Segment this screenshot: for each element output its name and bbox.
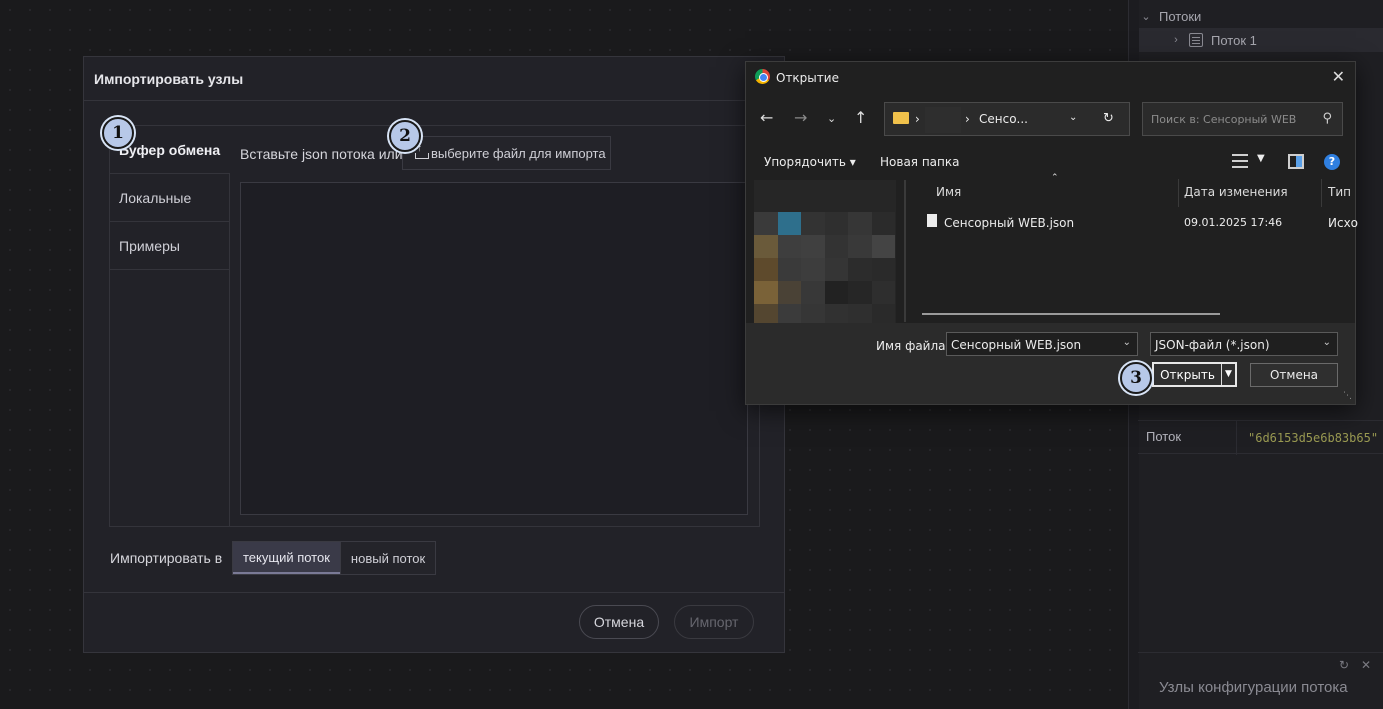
column-separator[interactable] xyxy=(1178,179,1179,207)
sidebar-footer-tools: ↻ ✕ xyxy=(1337,658,1373,672)
sort-ascending-icon: ⌃ xyxy=(1051,173,1059,183)
file-name: Сенсорный WEB.json xyxy=(944,216,1075,230)
back-arrow-icon[interactable]: ← xyxy=(760,108,773,127)
import-into-label: Импортировать в xyxy=(110,550,223,566)
file-dialog-footer: Имя файла: Сенсорный WEB.json ⌄ JSON-фай… xyxy=(746,323,1355,404)
refresh-icon[interactable]: ↻ xyxy=(1103,111,1114,126)
preview-pane-icon[interactable] xyxy=(1288,154,1304,169)
json-textarea[interactable] xyxy=(240,182,748,515)
blurred-path xyxy=(925,107,961,133)
filetype-value: JSON-файл (*.json) xyxy=(1155,338,1270,352)
chevron-down-icon: ⌄ xyxy=(1141,10,1151,23)
dialog-header-divider xyxy=(84,100,784,101)
organize-label: Упорядочить xyxy=(764,155,846,169)
blurred-navigation-tree xyxy=(754,212,895,327)
chrome-icon xyxy=(755,69,770,84)
path-segment[interactable]: Сенсо... xyxy=(979,112,1028,126)
resize-grip-icon[interactable]: ⋱ xyxy=(1343,391,1352,401)
close-icon[interactable]: ✕ xyxy=(1332,67,1345,86)
filetype-select[interactable]: JSON-файл (*.json) ⌄ xyxy=(1150,332,1338,356)
search-placeholder: Поиск в: Сенсорный WEB xyxy=(1151,113,1297,126)
tab-column: Буфер обмена Локальные Примеры xyxy=(110,126,230,526)
import-button[interactable]: Импорт xyxy=(674,605,754,639)
view-options-icon[interactable] xyxy=(1232,154,1248,168)
flow-icon xyxy=(1189,33,1203,47)
search-input[interactable]: Поиск в: Сенсорный WEB ⚲ xyxy=(1142,102,1343,136)
chevron-down-icon[interactable]: ⌄ xyxy=(1069,112,1077,123)
close-icon[interactable]: ✕ xyxy=(1359,658,1373,672)
column-name[interactable]: Имя xyxy=(936,185,961,199)
path-separator-icon: › xyxy=(965,112,970,126)
dialog-footer-divider xyxy=(84,592,784,593)
filename-value: Сенсорный WEB.json xyxy=(951,338,1082,352)
step-marker-3: 3 xyxy=(1120,362,1152,394)
refresh-icon[interactable]: ↻ xyxy=(1337,658,1351,672)
help-icon[interactable]: ? xyxy=(1324,154,1340,170)
flows-label: Потоки xyxy=(1159,8,1202,24)
file-dialog-cancel-button[interactable]: Отмена xyxy=(1250,363,1338,387)
step-marker-1: 1 xyxy=(102,117,134,149)
file-icon xyxy=(927,214,937,227)
address-bar[interactable]: › › Сенсо... ⌄ ↻ xyxy=(884,102,1130,136)
property-key: Поток xyxy=(1146,429,1182,444)
tab-local[interactable]: Локальные xyxy=(110,174,230,222)
column-date[interactable]: Дата изменения xyxy=(1184,185,1288,199)
horizontal-scrollbar[interactable] xyxy=(922,313,1220,315)
upload-icon xyxy=(414,143,429,160)
view-dropdown-icon[interactable]: ▼ xyxy=(1257,153,1265,164)
property-divider xyxy=(1236,421,1237,455)
path-separator-icon: › xyxy=(915,112,920,126)
organize-button[interactable]: Упорядочить ▾ xyxy=(764,155,856,169)
file-dialog-title: Открытие xyxy=(776,71,839,85)
property-value: "6d6153d5e6b83b65" xyxy=(1248,431,1379,445)
file-open-dialog: Открытие ✕ ← → ⌄ ↑ › › Сенсо... ⌄ ↻ Поис… xyxy=(745,61,1359,405)
step-marker-2: 2 xyxy=(389,120,421,152)
tab-examples[interactable]: Примеры xyxy=(110,222,230,270)
cancel-button[interactable]: Отмена xyxy=(579,605,659,639)
chevron-right-icon: › xyxy=(1174,34,1178,46)
paste-json-label: Вставьте json потока или xyxy=(240,146,403,162)
flow-item[interactable]: › Поток 1 xyxy=(1139,28,1383,52)
dialog-title: Импортировать узлы xyxy=(94,71,244,87)
import-nodes-dialog: Импортировать узлы Буфер обмена Локальны… xyxy=(83,56,785,653)
sidebar-separator xyxy=(1138,652,1383,653)
up-arrow-icon[interactable]: ↑ xyxy=(854,108,867,127)
flow-item-label: Поток 1 xyxy=(1211,32,1257,48)
properties-row: Поток "6d6153d5e6b83b65" xyxy=(1138,420,1383,455)
search-icon: ⚲ xyxy=(1322,111,1332,126)
filename-input[interactable]: Сенсорный WEB.json ⌄ xyxy=(946,332,1138,356)
target-new-flow[interactable]: новый поток xyxy=(339,542,436,574)
target-current-flow[interactable]: текущий поток xyxy=(233,542,340,574)
file-type: Исхо xyxy=(1328,216,1359,230)
import-tabs: Буфер обмена Локальные Примеры xyxy=(109,125,760,527)
config-nodes-title: Узлы конфигурации потока xyxy=(1159,679,1348,696)
open-label: Открыть xyxy=(1160,367,1215,382)
column-separator[interactable] xyxy=(1321,179,1322,207)
select-file-button[interactable]: выберите файл для импорта xyxy=(402,136,611,170)
chevron-down-icon[interactable]: ⌄ xyxy=(1123,337,1131,348)
flows-section-header[interactable]: ⌄ Потоки xyxy=(1139,4,1383,28)
chevron-down-icon: ⌄ xyxy=(1322,337,1331,348)
folder-icon xyxy=(893,112,909,124)
file-dialog-toolbar: Упорядочить ▾ Новая папка ▼ ? xyxy=(746,149,1355,175)
recent-locations-icon[interactable]: ⌄ xyxy=(827,112,836,125)
open-dropdown-icon[interactable]: ▼ xyxy=(1221,364,1235,385)
import-target-toggle: текущий поток новый поток xyxy=(232,541,437,575)
filename-label: Имя файла: xyxy=(876,339,950,353)
new-folder-button[interactable]: Новая папка xyxy=(880,155,959,169)
select-file-label: выберите файл для импорта xyxy=(431,145,606,161)
file-list: Имя ⌃ Дата изменения Тип Сенсорный WEB.j… xyxy=(906,173,1359,323)
forward-arrow-icon[interactable]: → xyxy=(794,108,807,127)
file-date: 09.01.2025 17:46 xyxy=(1184,216,1283,229)
column-type[interactable]: Тип xyxy=(1328,185,1351,199)
open-button[interactable]: Открыть ▼ xyxy=(1152,362,1237,387)
